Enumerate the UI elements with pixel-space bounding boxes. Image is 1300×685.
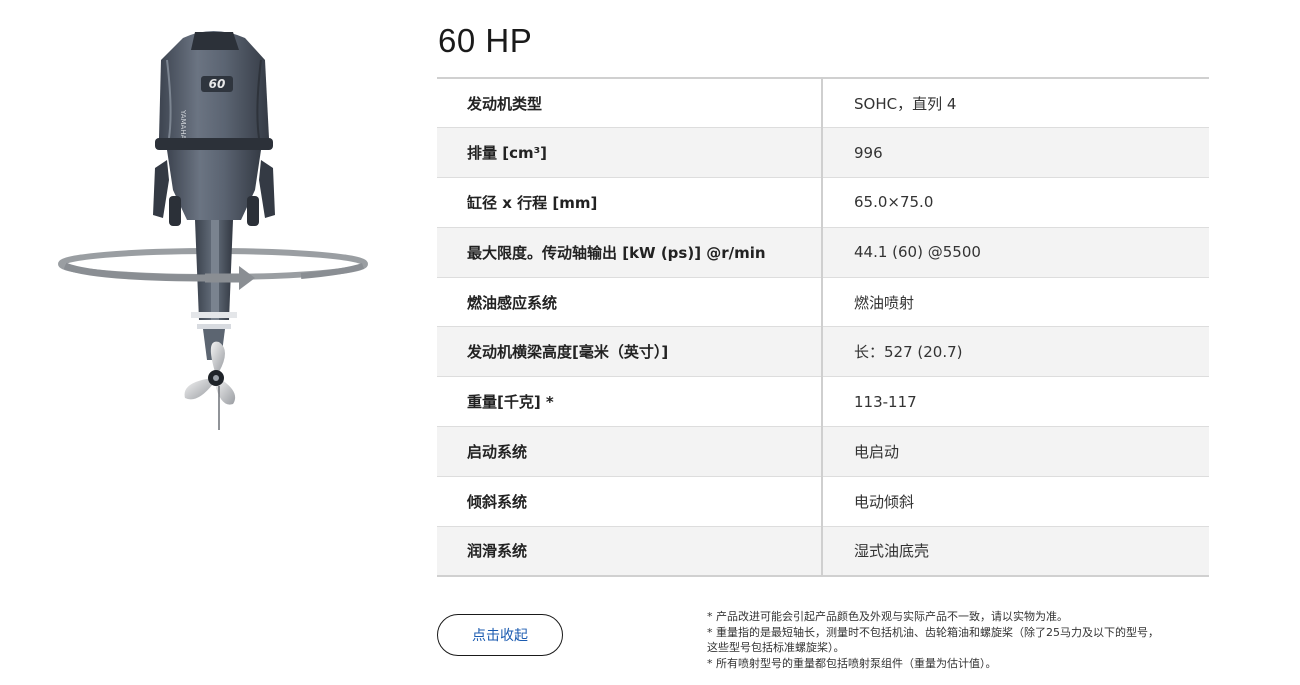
brand-mark: YAMAHA [179,109,187,140]
spec-value: 湿式油底壳 [854,542,930,561]
spec-value: 44.1 (60) @5500 [822,227,1209,278]
spec-value: 113-117 [822,376,1209,428]
spec-value: 燃油喷射 [822,277,1209,328]
spec-label: 发动机类型 [437,78,823,129]
spec-row: 重量[千克] * 113-117 [437,376,1209,428]
outboard-motor-image: 60 YAMAHA [58,31,368,430]
spec-row: 发动机横梁高度[毫米（英寸）] 长：527 (20.7) [437,326,1209,378]
spec-value: 电启动 [822,426,1209,477]
spec-row: 启动系统 电启动 [437,426,1209,477]
spec-label: 润滑系统 [437,526,823,576]
spec-value: 长：527 (20.7) [822,326,1209,378]
footnote-line: * 产品改进可能会引起产品颜色及外观与实际产品不一致，请以实物为准。 [707,610,1068,623]
footnote-line: * 所有喷射型号的重量都包括喷射泵组件（重量为估计值）。 [707,656,997,670]
spec-label: 燃油感应系统 [437,277,823,328]
spec-label: 最大限度。传动轴输出 [kW (ps)] @r/min [437,227,823,278]
spec-label: 发动机横梁高度[毫米（英寸）] [437,326,823,378]
spec-row: 发动机类型 SOHC，直列 4 [437,78,1209,129]
spec-row: 倾斜系统 电动倾斜 [437,476,1209,527]
cowling-badge: 60 [201,76,233,92]
svg-text:60: 60 [209,77,226,91]
spec-label: 倾斜系统 [437,476,823,527]
footnotes: * 产品改进可能会引起产品颜色及外观与实际产品不一致，请以实物为准。 * 重量指… [707,609,1227,671]
spec-row: 燃油感应系统 燃油喷射 [437,277,1209,328]
spec-label: 排量 [cm³] [437,127,823,179]
spec-label: 缸径 x 行程 [mm] [437,177,823,228]
spec-row: 润滑系统 湿式油底壳 [437,526,1209,576]
collapse-button[interactable]: 点击收起 [437,614,563,656]
spec-table: 发动机类型 SOHC，直列 4 排量 [cm³] 996 缸径 x 行程 [mm] 65.… [437,77,1209,577]
footnote-line: * 重量指的是最短轴长，测量时不包括机油、齿轮箱油和螺旋桨（除了25马力及以下的… [707,625,1159,639]
spec-value: 996 [822,127,1209,179]
spec-value: 65.0×75.0 [822,177,1209,228]
spec-value: SOHC，直列 4 [822,78,1209,129]
spec-value: 电动倾斜 [822,476,1209,527]
spec-row: 最大限度。传动轴输出 [kW (ps)] @r/min 44.1 (60) @55… [437,227,1209,278]
spec-label: 重量[千克] * [437,376,823,428]
spec-label: 启动系统 [437,426,823,477]
footnote-line: 这些型号包括标准螺旋桨）。 [707,641,845,654]
spec-row: 缸径 x 行程 [mm] 65.0×75.0 [437,177,1209,228]
page-title: 60 HP [438,22,533,59]
spec-row: 排量 [cm³] 996 [437,127,1209,179]
